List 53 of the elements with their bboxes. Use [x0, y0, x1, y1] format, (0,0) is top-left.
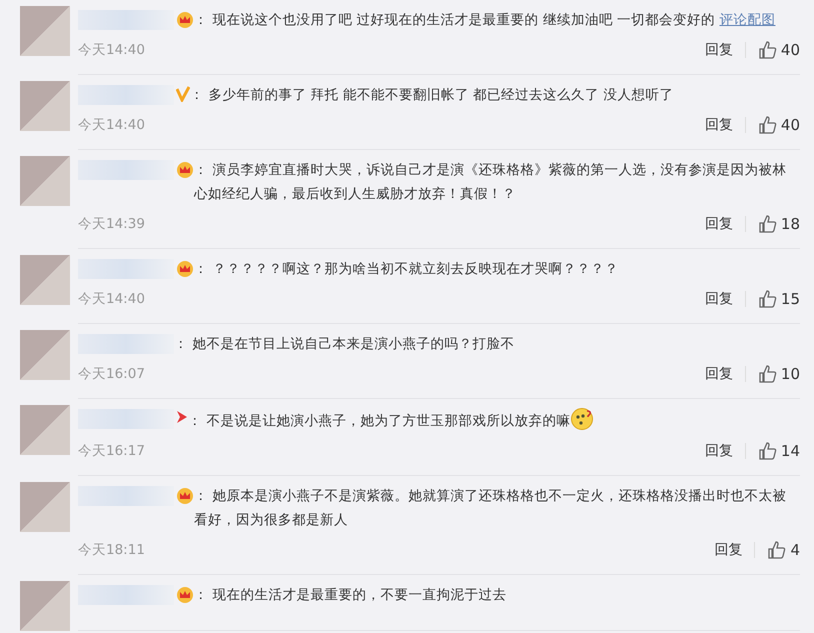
avatar-placeholder: [20, 581, 70, 631]
avatar-placeholder: [20, 81, 70, 131]
reply-button[interactable]: 回复: [714, 542, 756, 558]
like-button[interactable]: 40: [746, 114, 800, 136]
like-button[interactable]: 40: [746, 38, 800, 62]
timestamp: 今天18:11: [78, 540, 145, 560]
like-button[interactable]: 4: [755, 538, 800, 562]
timestamp: 今天14:40: [78, 40, 145, 60]
blurred-username[interactable]: [78, 160, 174, 180]
thumbs-up-icon: [758, 40, 778, 60]
thumbs-up-icon: [758, 441, 778, 461]
timestamp: 今天14:40: [78, 290, 145, 309]
comment-text: ： 现在的生活才是最重要的，不要一直拘泥于过去: [194, 587, 506, 603]
avatar-placeholder: [20, 405, 70, 455]
image-link[interactable]: 评论配图: [719, 12, 776, 28]
avatar-placeholder: [20, 482, 70, 532]
reply-button[interactable]: 回复: [704, 117, 746, 133]
avatar-placeholder: [20, 255, 70, 305]
blurred-username[interactable]: [78, 486, 174, 506]
blurred-username[interactable]: [78, 259, 174, 279]
timestamp: 今天14:40: [78, 116, 145, 135]
comment-text: ： 她不是在节目上说自己本来是演小燕子的吗？打脸不: [174, 336, 514, 352]
timestamp: 今天16:17: [78, 442, 145, 461]
timestamp: 今天16:07: [78, 364, 145, 384]
blurred-username[interactable]: [78, 409, 174, 429]
like-button[interactable]: 15: [746, 288, 800, 310]
comment-text: ： 她原本是演小燕子不是演紫薇。她就算演了还珠格格也不一定火，还珠格格没播出时也不太被看好，因为很多都是新人: [194, 488, 786, 528]
thumbs-up-icon: [758, 214, 778, 234]
comment-text: ： 多少年前的事了 拜托 能不能不要翻旧帐了 都已经过去这么久了 没人想听了: [190, 87, 674, 103]
thumbs-up-icon: [758, 115, 778, 135]
blurred-username[interactable]: [78, 85, 174, 105]
reply-button[interactable]: 回复: [704, 291, 746, 307]
comment-text: ： 不是说是让她演小燕子，她为了方世玉那部戏所以放弃的嘛: [188, 413, 570, 429]
reply-button[interactable]: 回复: [704, 216, 746, 232]
timestamp: 今天14:39: [78, 214, 145, 234]
comment-text: ： ？？？？？啊这？那为啥当初不就立刻去反映现在才哭啊？？？？: [194, 261, 618, 277]
avatar-placeholder: [20, 156, 70, 206]
like-button[interactable]: 18: [746, 212, 800, 236]
reply-button[interactable]: 回复: [704, 42, 746, 58]
thumbs-up-icon: [758, 289, 778, 309]
like-button[interactable]: 10: [746, 362, 800, 386]
like-button[interactable]: 14: [746, 440, 800, 462]
thumbs-up-icon: [767, 540, 788, 560]
comment-text: ： 演员李婷宜直播时大哭，诉说自己才是演《还珠格格》紫薇的第一人选，没有参演是因为被林心如经纪人骗，最后收到人生威胁才放弃！真假！？: [194, 162, 786, 202]
avatar-placeholder: [20, 6, 70, 56]
reply-button[interactable]: 回复: [704, 443, 746, 459]
reply-button[interactable]: 回复: [704, 366, 746, 382]
comment-text: ： 现在说这个也没用了吧 过好现在的生活才是最重要的 继续加油吧 一切都会变好的: [194, 12, 716, 28]
blurred-username[interactable]: [78, 10, 174, 30]
blurred-username[interactable]: [78, 585, 174, 605]
thumbs-up-icon: [758, 364, 778, 384]
blurred-username[interactable]: [78, 334, 174, 354]
avatar-placeholder: [20, 330, 70, 380]
